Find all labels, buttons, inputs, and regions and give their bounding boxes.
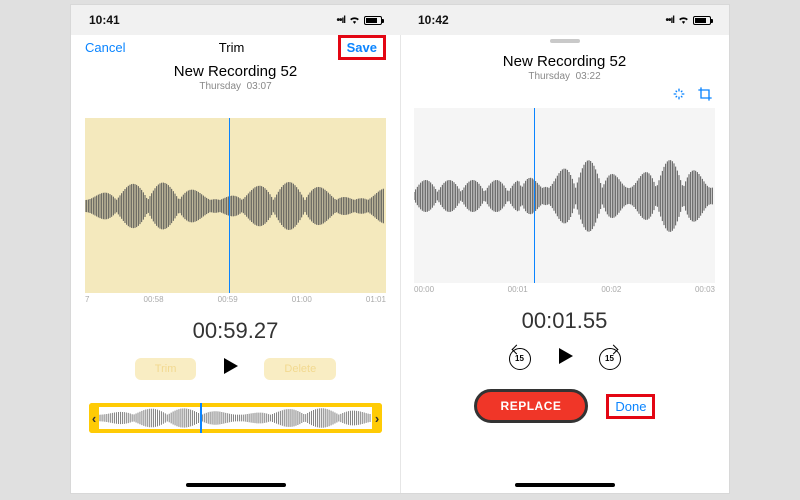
phone-left-trim-view: 10:41 ••ıl Cancel Trim Save New Recordin… xyxy=(71,5,400,493)
status-icons: ••ıl xyxy=(336,13,382,27)
save-button[interactable]: Save xyxy=(338,35,386,60)
recording-header: New Recording 52 Thursday 03:22 xyxy=(400,53,729,82)
clock: 10:42 xyxy=(418,13,449,27)
done-button[interactable]: Done xyxy=(606,394,655,419)
battery-icon xyxy=(364,16,382,25)
transport-controls: 15 15 xyxy=(400,344,729,373)
battery-icon xyxy=(693,16,711,25)
trim-handle-left[interactable]: ‹ xyxy=(89,403,99,433)
time-ruler: 700:5800:5901:0001:01 xyxy=(71,293,400,304)
screenshot-pair: 10:41 ••ıl Cancel Trim Save New Recordin… xyxy=(70,4,730,494)
signal-icon: ••ıl xyxy=(665,15,674,26)
trim-playhead[interactable] xyxy=(200,403,202,433)
crop-icon[interactable] xyxy=(697,86,713,102)
tool-row xyxy=(400,82,729,102)
skip-back-button[interactable]: 15 xyxy=(509,348,531,370)
current-time: 00:59.27 xyxy=(71,318,400,344)
skip-forward-button[interactable]: 15 xyxy=(599,348,621,370)
current-time: 00:01.55 xyxy=(400,308,729,334)
waveform-area[interactable] xyxy=(85,118,386,293)
signal-icon: ••ıl xyxy=(336,15,345,26)
waveform xyxy=(414,156,714,236)
status-icons: ••ıl xyxy=(665,13,711,27)
enhance-icon[interactable] xyxy=(671,86,687,102)
replace-button[interactable]: REPLACE xyxy=(474,389,589,423)
recording-header: New Recording 52 Thursday 03:07 xyxy=(71,63,400,92)
status-bar: 10:41 ••ıl xyxy=(71,5,400,35)
recording-title: New Recording 52 xyxy=(71,63,400,80)
playhead-scrubber[interactable] xyxy=(229,118,230,293)
recording-subtitle: Thursday 03:22 xyxy=(400,71,729,82)
home-indicator[interactable] xyxy=(515,483,615,487)
transport-controls: Trim Delete xyxy=(71,354,400,383)
waveform-area[interactable] xyxy=(414,108,715,283)
cancel-button[interactable]: Cancel xyxy=(85,40,125,55)
delete-button[interactable]: Delete xyxy=(264,358,336,380)
trim-button[interactable]: Trim xyxy=(135,358,197,380)
playhead-scrubber[interactable] xyxy=(534,108,535,283)
wifi-icon xyxy=(677,13,690,27)
recording-subtitle: Thursday 03:07 xyxy=(71,81,400,92)
sheet-grabber[interactable] xyxy=(550,39,580,43)
nav-title: Trim xyxy=(219,40,245,55)
home-indicator[interactable] xyxy=(186,483,286,487)
time-ruler: 00:0000:0100:0200:03 xyxy=(400,283,729,294)
play-button[interactable] xyxy=(218,354,242,383)
status-bar: 10:42 ••ıl xyxy=(400,5,729,35)
trim-handle-right[interactable]: › xyxy=(372,403,382,433)
clock: 10:41 xyxy=(89,13,120,27)
phone-right-record-view: 10:42 ••ıl New Recording 52 Thursday 03:… xyxy=(400,5,729,493)
play-button[interactable] xyxy=(553,344,577,373)
recording-title: New Recording 52 xyxy=(400,53,729,70)
bottom-actions: REPLACE Done xyxy=(400,389,729,423)
nav-bar: Cancel Trim Save xyxy=(71,35,400,59)
waveform xyxy=(85,166,385,246)
trim-waveform xyxy=(99,407,372,429)
trim-timeline[interactable]: ‹ › xyxy=(89,403,382,433)
wifi-icon xyxy=(348,13,361,27)
